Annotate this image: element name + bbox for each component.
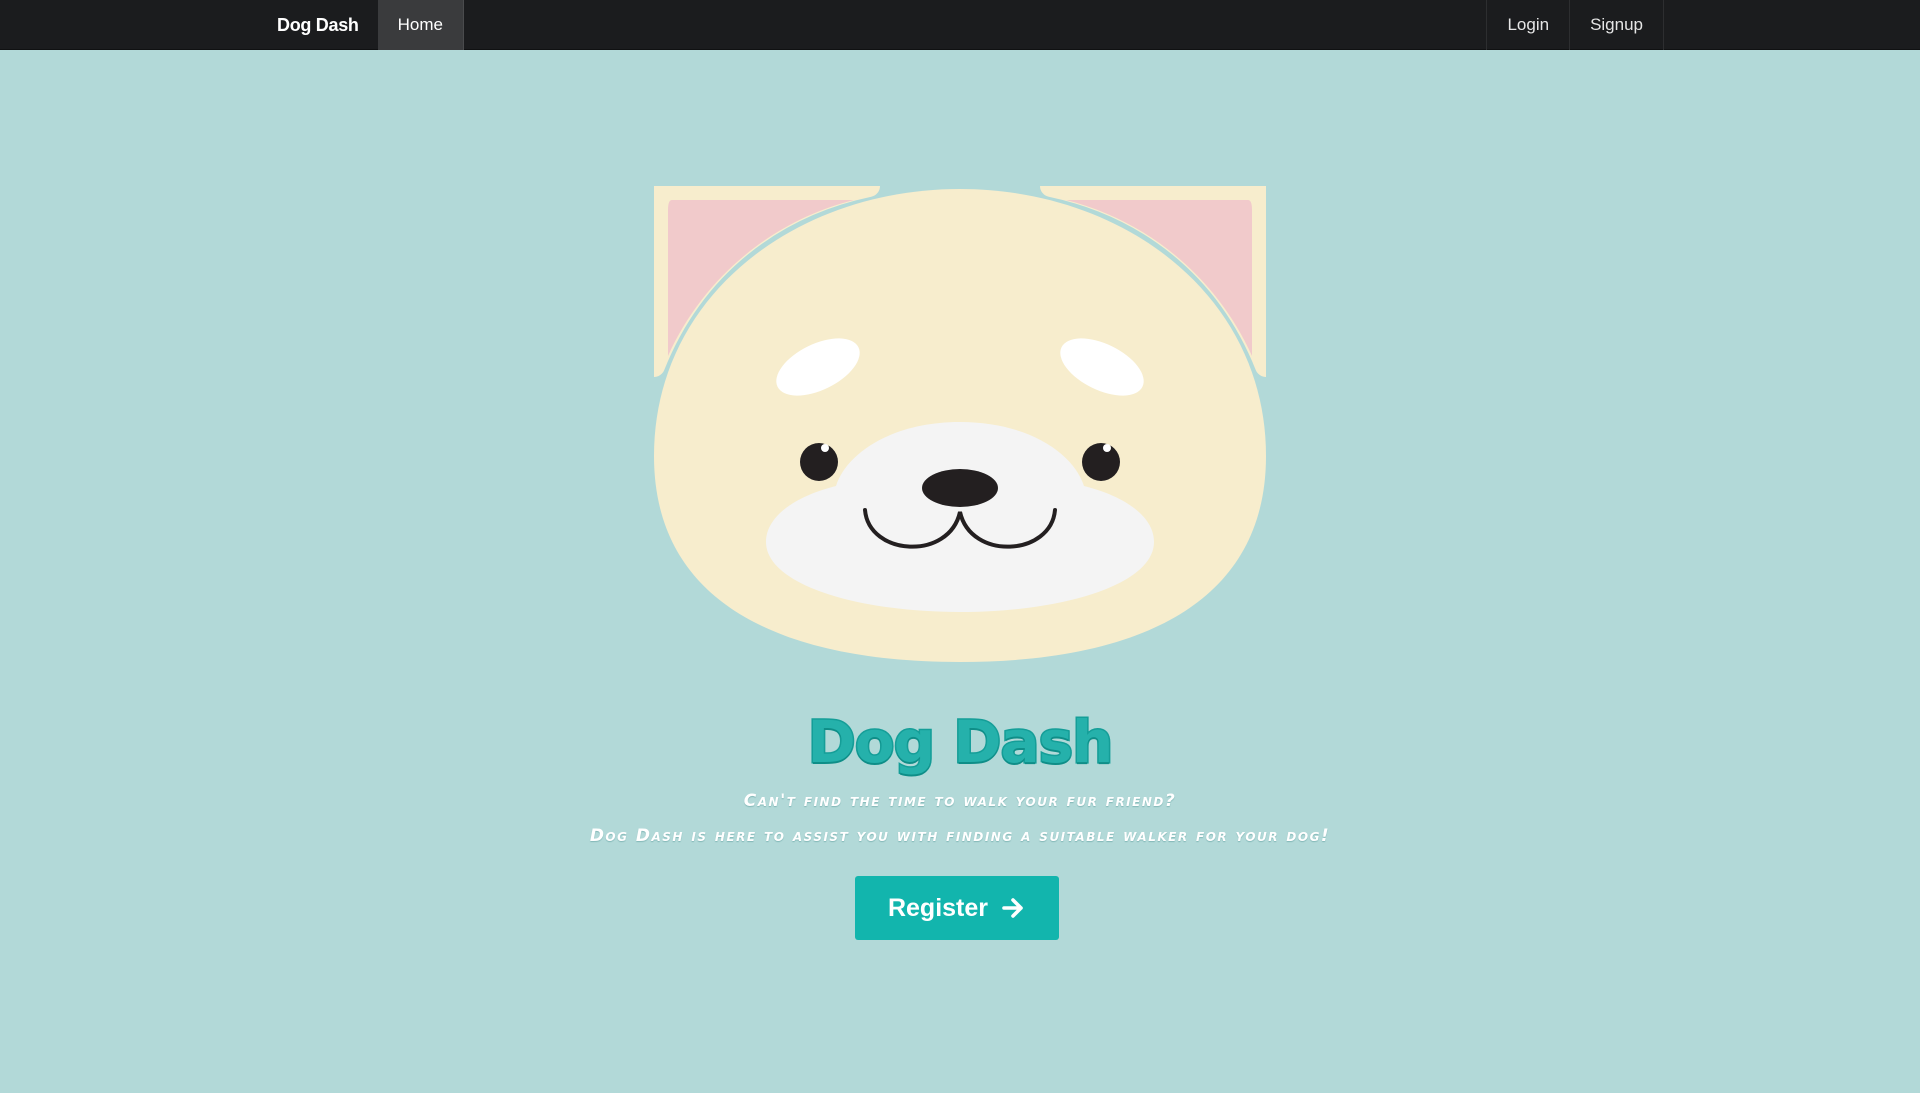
register-button-label: Register bbox=[887, 893, 989, 922]
nav-item-login[interactable]: Login bbox=[1486, 0, 1569, 50]
top-navbar: Dog Dash Home Login Signup bbox=[0, 0, 1920, 50]
navbar-right-group: Login Signup bbox=[1486, 0, 1664, 50]
dog-right-eye bbox=[1082, 443, 1120, 481]
register-button[interactable]: Register bbox=[855, 876, 1059, 940]
arrow-right-icon bbox=[1000, 895, 1026, 921]
hero-tagline-line2: Dog Dash is here to assist you with find… bbox=[589, 826, 1331, 846]
nav-item-home[interactable]: Home bbox=[377, 0, 464, 50]
nav-item-signup[interactable]: Signup bbox=[1569, 0, 1664, 50]
dog-left-eye bbox=[800, 443, 838, 481]
hero-tagline-line1: Can't find the time to walk your fur fri… bbox=[743, 791, 1177, 811]
dog-nose bbox=[922, 469, 998, 507]
navbar-brand[interactable]: Dog Dash bbox=[258, 0, 378, 50]
dog-face-icon bbox=[654, 186, 1266, 662]
navbar-left-group: Dog Dash Home bbox=[258, 0, 464, 50]
hero-title: Dog Dash bbox=[806, 707, 1115, 778]
